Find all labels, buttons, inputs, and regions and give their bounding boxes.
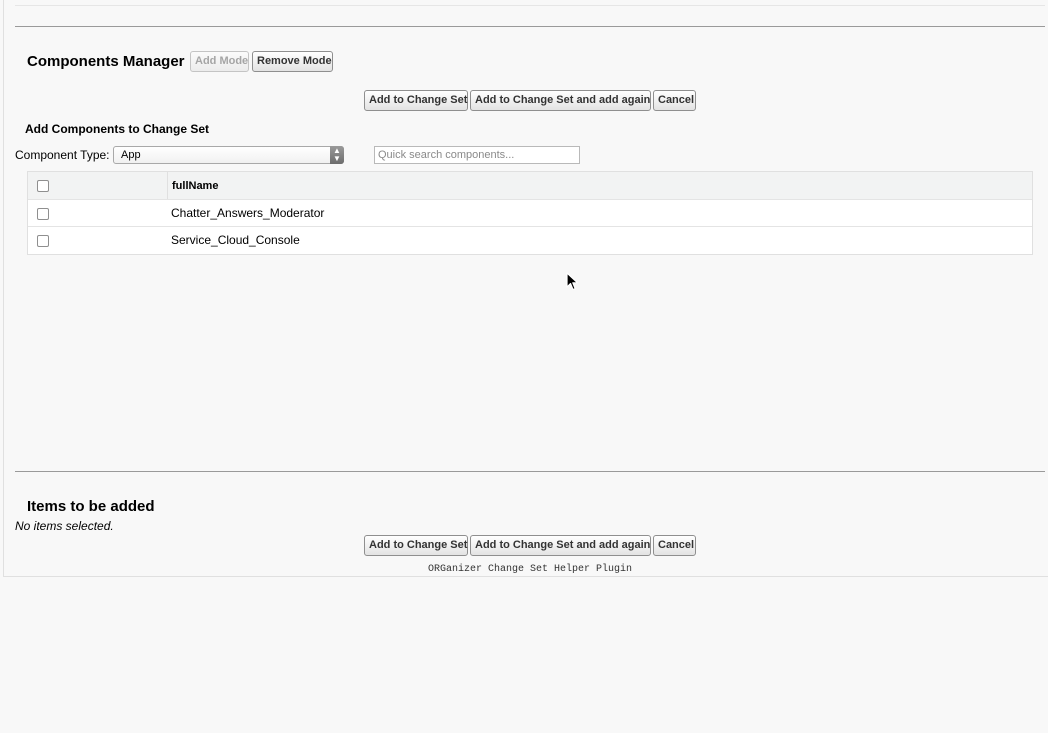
component-name: Service_Cloud_Console [171, 233, 300, 247]
top-divider [15, 5, 1045, 6]
add-to-change-set-button-top[interactable]: Add to Change Set [364, 90, 468, 111]
no-items-text: No items selected. [15, 519, 114, 533]
add-components-heading: Add Components to Change Set [25, 122, 209, 136]
cancel-button-bottom[interactable]: Cancel [653, 535, 696, 556]
section-divider-bottom [15, 471, 1045, 472]
component-type-select[interactable]: App ▲ ▼ [113, 146, 344, 164]
section-divider-top [15, 26, 1045, 27]
select-all-checkbox[interactable] [37, 180, 49, 192]
row-checkbox[interactable] [37, 208, 49, 220]
components-manager-title: Components Manager [27, 53, 185, 70]
mouse-pointer-icon [566, 272, 580, 297]
component-type-label: Component Type: [15, 148, 110, 162]
quick-search-input[interactable] [374, 146, 580, 164]
plugin-footer: ORGanizer Change Set Helper Plugin [427, 564, 633, 575]
table-header-row: fullName [28, 172, 1032, 200]
column-header-fullname[interactable]: fullName [172, 172, 218, 199]
table-row[interactable]: Service_Cloud_Console [28, 227, 1032, 254]
add-to-change-set-button-bottom[interactable]: Add to Change Set [364, 535, 468, 556]
add-and-add-again-button-bottom[interactable]: Add to Change Set and add again [470, 535, 651, 556]
add-and-add-again-button-top[interactable]: Add to Change Set and add again [470, 90, 651, 111]
row-checkbox-cell [28, 227, 167, 254]
component-name: Chatter_Answers_Moderator [171, 206, 325, 220]
cancel-button-top[interactable]: Cancel [653, 90, 696, 111]
component-type-value: App [121, 149, 141, 161]
add-mode-button[interactable]: Add Mode [190, 51, 249, 72]
components-table: fullName Chatter_Answers_Moderator Servi… [27, 171, 1033, 255]
updown-chevron-icon: ▲ ▼ [330, 146, 344, 164]
table-row[interactable]: Chatter_Answers_Moderator [28, 200, 1032, 227]
header-checkbox-cell [28, 172, 168, 199]
row-checkbox[interactable] [37, 235, 49, 247]
remove-mode-button[interactable]: Remove Mode [252, 51, 333, 72]
items-to-be-added-title: Items to be added [27, 498, 155, 515]
change-set-panel [3, 0, 1048, 577]
row-checkbox-cell [28, 200, 167, 226]
